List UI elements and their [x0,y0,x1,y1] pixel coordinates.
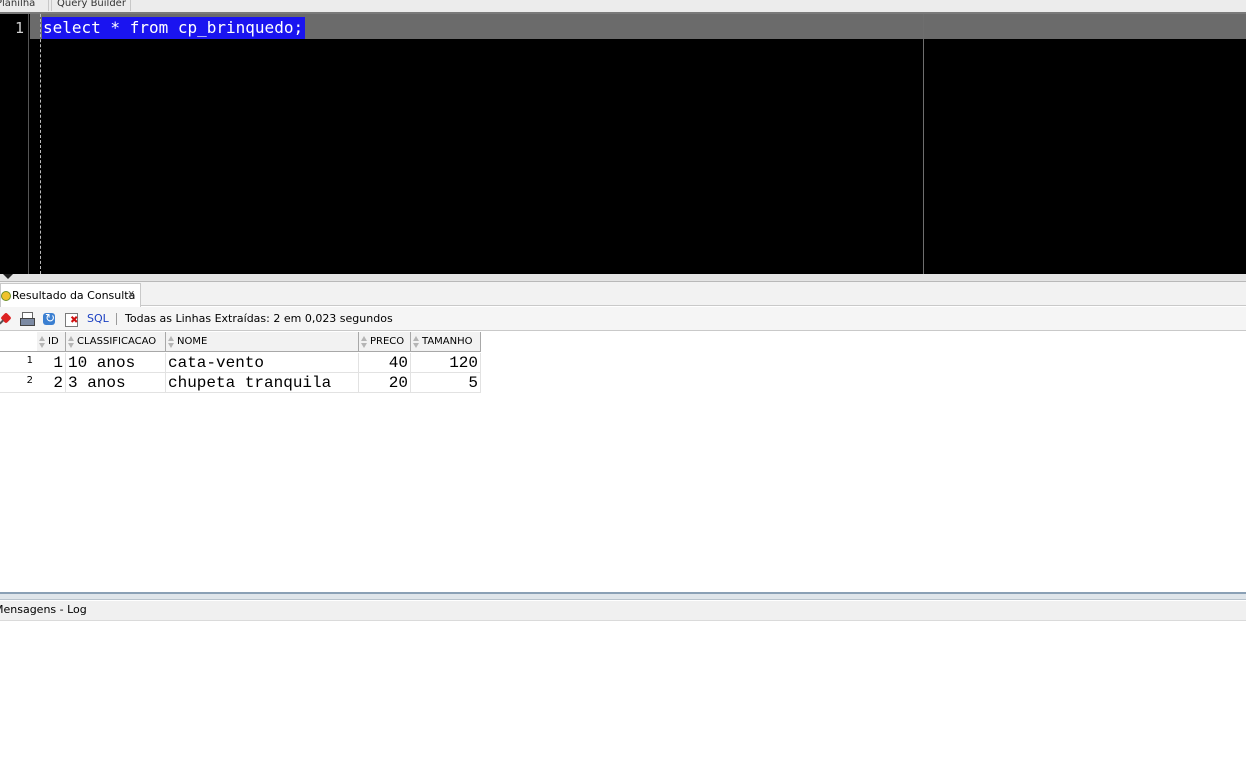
fold-guide [40,14,41,274]
collapse-arrow-icon[interactable] [3,274,13,279]
sort-icon [67,335,75,349]
column-header-nome[interactable]: NOME [166,332,359,352]
sort-icon [38,335,46,349]
cell-classificacao[interactable]: 3 anos [66,373,166,393]
row-number: 2 [0,373,37,393]
refresh-icon[interactable] [42,311,58,327]
cell-preco[interactable]: 40 [359,353,411,373]
results-tab-bar: Resultado da Consulta x [0,282,1246,307]
column-header-preco[interactable]: PRECO [359,332,411,352]
pin-icon[interactable] [0,311,16,327]
row-number-header [0,332,37,352]
query-result-icon [1,291,11,301]
cell-tamanho[interactable]: 5 [411,373,481,393]
sql-link[interactable]: SQL [87,312,109,325]
cell-nome[interactable]: cata-vento [166,353,359,373]
column-header-classificacao[interactable]: CLASSIFICACAO [66,332,166,352]
editor-tab-bar: Planilha Query Builder [0,0,1246,12]
results-grid[interactable]: ID CLASSIFICACAO NOME PRECO TAMANHO 1 1 … [0,332,1246,592]
close-tab-button[interactable]: x [128,287,135,300]
print-icon[interactable] [19,311,35,327]
tab-planilha[interactable]: Planilha [0,0,49,11]
editor-results-splitter[interactable] [0,274,1246,282]
cancel-icon[interactable] [64,311,80,327]
results-toolbar: SQL Todas as Linhas Extraídas: 2 em 0,02… [0,307,1246,331]
messages-log-area [0,621,1246,777]
cell-preco[interactable]: 20 [359,373,411,393]
sort-icon [167,335,175,349]
cell-id[interactable]: 2 [37,373,66,393]
line-number: 1 [14,19,24,37]
fetch-status: Todas as Linhas Extraídas: 2 em 0,023 se… [125,312,393,325]
cell-tamanho[interactable]: 120 [411,353,481,373]
cell-id[interactable]: 1 [37,353,66,373]
tab-messages-log[interactable]: Mensagens - Log [0,603,87,616]
line-number-gutter: 1 [0,14,29,274]
tab-query-result[interactable]: Resultado da Consulta x [0,283,141,307]
panel-splitter[interactable] [0,592,1246,600]
sql-statement[interactable]: select * from cp_brinquedo; [42,17,306,39]
messages-tab-bar: Mensagens - Log [0,601,1246,621]
row-number: 1 [0,353,37,373]
sql-editor[interactable]: 1 select * from cp_brinquedo; [0,12,1246,274]
cell-classificacao[interactable]: 10 anos [66,353,166,373]
tab-query-builder[interactable]: Query Builder [51,0,131,11]
column-header-id[interactable]: ID [37,332,66,352]
right-margin-guide [923,14,924,274]
sort-icon [360,335,368,349]
cell-nome[interactable]: chupeta tranquila [166,373,359,393]
sort-icon [412,335,420,349]
column-header-tamanho[interactable]: TAMANHO [411,332,481,352]
tab-query-result-label: Resultado da Consulta [12,289,136,302]
toolbar-separator [116,313,117,325]
